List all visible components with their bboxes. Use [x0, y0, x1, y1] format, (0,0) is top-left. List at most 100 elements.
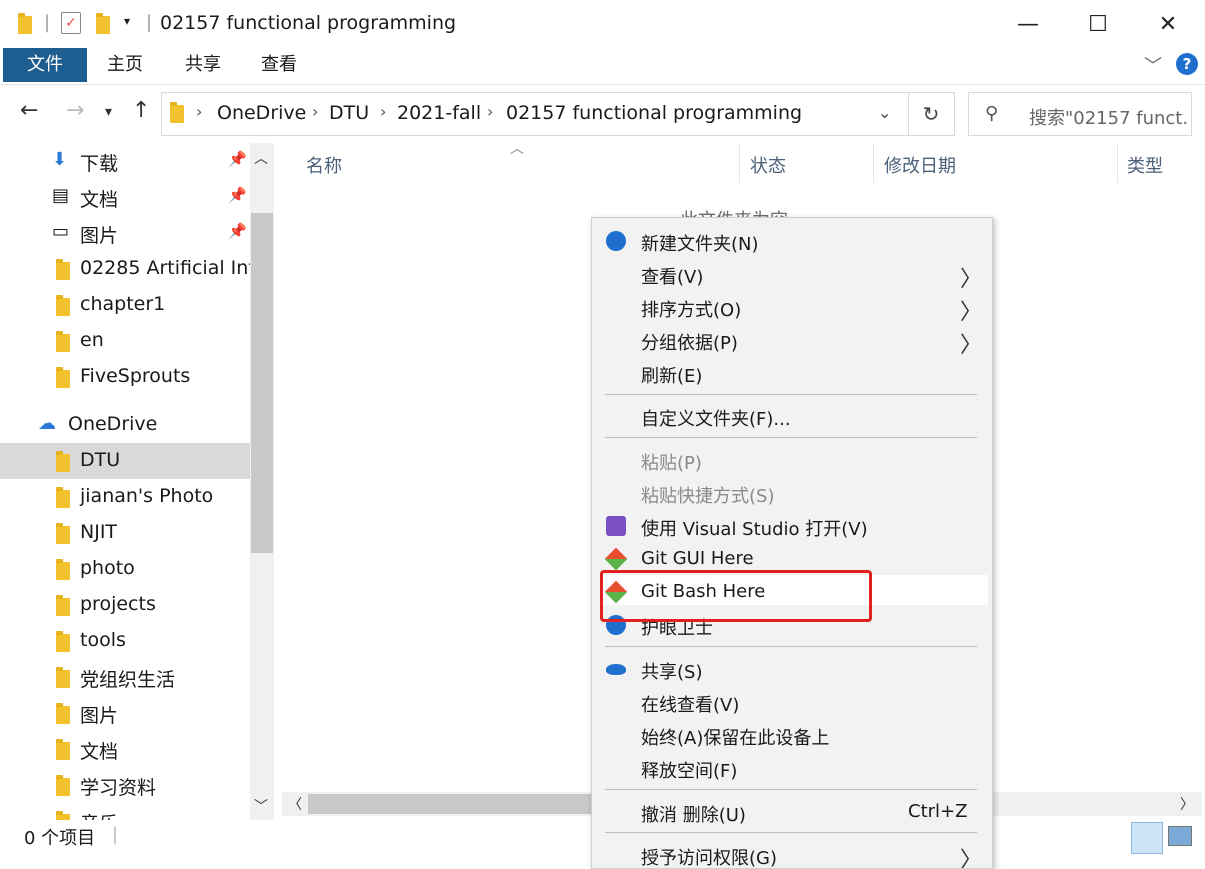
menu-item[interactable]: 始终(A)保留在此设备上	[592, 719, 990, 752]
sidebar-item[interactable]: 音乐	[0, 803, 250, 820]
divider: |	[146, 12, 153, 33]
menu-item[interactable]: 在线查看(V)	[592, 686, 990, 719]
menu-item-label: 在线查看(V)	[641, 695, 740, 716]
navigation-pane: ⬇ 下载 📌 ▤ 文档 📌 ▭ 图片 📌 02285 Artificial Inte chapter…	[0, 143, 250, 820]
search-box[interactable]: ⚲ 搜索"02157 funct...	[968, 92, 1192, 136]
scroll-down-icon[interactable]: ﹀	[254, 796, 268, 816]
refresh-button[interactable]: ↻	[908, 92, 955, 136]
horizontal-scroll-thumb[interactable]	[308, 794, 598, 814]
sidebar-item[interactable]: 学习资料	[0, 767, 250, 803]
recent-locations-icon[interactable]: ▾	[105, 104, 112, 120]
sidebar-item[interactable]: ☁ OneDrive	[0, 407, 250, 443]
folder-icon	[56, 523, 70, 544]
breadcrumb-separator: ›	[487, 102, 494, 121]
sidebar-item-label: chapter1	[80, 293, 166, 315]
menu-item[interactable]: 授予访问权限(G) 〉	[592, 839, 990, 868]
expand-ribbon-icon[interactable]: ﹀	[1144, 52, 1162, 78]
menu-item[interactable]: 刷新(E)	[592, 357, 990, 390]
download-icon: ⬇	[52, 149, 68, 170]
sidebar-item-label: 文档	[80, 741, 119, 763]
menu-item-label: Git GUI Here	[641, 548, 754, 569]
sidebar-item[interactable]: 党组织生活	[0, 659, 250, 695]
scroll-left-icon[interactable]: 〈	[288, 794, 302, 814]
menu-item[interactable]: 分组依据(P) 〉	[592, 324, 990, 358]
menu-item[interactable]: 撤消 删除(U) Ctrl+Z	[592, 796, 990, 829]
menu-item-label: 撤消 删除(U)	[641, 805, 746, 826]
breadcrumb-current-folder[interactable]: 02157 functional programming	[506, 102, 802, 124]
breadcrumb-2021-fall[interactable]: 2021-fall	[397, 102, 481, 124]
sidebar-item-label: 图片	[80, 705, 119, 727]
sidebar-item[interactable]: ▭ 图片 📌	[0, 215, 250, 251]
folder-icon	[56, 595, 70, 616]
sidebar-item[interactable]: 文档	[0, 731, 250, 767]
sidebar-item[interactable]: chapter1	[0, 287, 250, 323]
sidebar-item[interactable]: ⬇ 下载 📌	[0, 143, 250, 179]
up-arrow-icon[interactable]: ↑	[132, 98, 150, 123]
scroll-right-icon[interactable]: 〉	[1180, 794, 1194, 814]
close-button[interactable]: ✕	[1133, 0, 1203, 48]
column-header-name[interactable]: 名称	[306, 152, 342, 178]
menu-item[interactable]: 新建文件夹(N)	[592, 225, 990, 258]
chevron-down-icon[interactable]: ▾	[124, 14, 130, 28]
forward-arrow-icon[interactable]: →	[66, 98, 84, 123]
menu-item[interactable]: 排序方式(O) 〉	[592, 291, 990, 325]
sidebar-item[interactable]: projects	[0, 587, 250, 623]
menu-separator	[605, 789, 977, 790]
pin-icon[interactable]: 📌	[228, 222, 247, 240]
column-divider[interactable]	[873, 143, 874, 183]
menu-item[interactable]: 自定义文件夹(F)...	[592, 400, 990, 433]
breadcrumb-dtu[interactable]: DTU	[329, 102, 369, 124]
minimize-button[interactable]: —	[993, 0, 1063, 48]
search-input[interactable]: 搜索"02157 funct...	[1029, 104, 1189, 130]
menu-item-label: 分组依据(P)	[641, 333, 738, 354]
sidebar-scroll-thumb[interactable]	[251, 213, 273, 553]
menu-separator	[605, 394, 977, 395]
sidebar-item[interactable]: jianan's Photo	[0, 479, 250, 515]
tab-view[interactable]: 查看	[258, 48, 300, 82]
title-bar: | ✓ ▾ | 02157 functional programming — ☐…	[0, 0, 1205, 48]
menu-item[interactable]: 使用 Visual Studio 打开(V)	[592, 510, 990, 543]
tab-home[interactable]: 主页	[104, 48, 146, 82]
sidebar-item-label: projects	[80, 593, 156, 615]
back-arrow-icon[interactable]: ←	[20, 98, 38, 123]
details-view-button[interactable]	[1131, 822, 1163, 854]
sidebar-item[interactable]: NJIT	[0, 515, 250, 551]
column-divider[interactable]	[1117, 143, 1118, 183]
maximize-button[interactable]: ☐	[1063, 0, 1133, 48]
sidebar-item[interactable]: 02285 Artificial Inte	[0, 251, 250, 287]
large-icons-view-button[interactable]	[1168, 826, 1192, 846]
sidebar-item[interactable]: photo	[0, 551, 250, 587]
help-icon[interactable]: ?	[1176, 53, 1198, 75]
sidebar-item[interactable]: ▤ 文档 📌	[0, 179, 250, 215]
address-dropdown-icon[interactable]: ⌄	[878, 103, 891, 122]
pin-icon[interactable]: 📌	[228, 186, 247, 204]
column-divider[interactable]	[739, 143, 740, 183]
sidebar-item[interactable]: FiveSprouts	[0, 359, 250, 395]
address-bar[interactable]: › OneDrive › DTU › 2021-fall › 02157 fun…	[161, 92, 909, 136]
sidebar-item[interactable]: 图片	[0, 695, 250, 731]
scroll-up-icon[interactable]: ︿	[254, 148, 268, 168]
sidebar-item[interactable]: DTU	[0, 443, 250, 479]
column-header-type[interactable]: 类型	[1127, 152, 1163, 178]
sidebar-item[interactable]: en	[0, 323, 250, 359]
column-header-status[interactable]: 状态	[750, 152, 786, 178]
sidebar-item-label: en	[80, 329, 104, 351]
folder-icon	[56, 331, 70, 352]
folder-icon	[56, 367, 70, 388]
menu-item[interactable]: 查看(V) 〉	[592, 258, 990, 292]
new-folder-quick-icon[interactable]	[96, 13, 110, 34]
sidebar-item-label: FiveSprouts	[80, 365, 191, 387]
column-header-modified[interactable]: 修改日期	[884, 152, 956, 178]
menu-separator	[605, 437, 977, 438]
breadcrumb-onedrive[interactable]: OneDrive	[217, 102, 306, 124]
sidebar-item[interactable]: tools	[0, 623, 250, 659]
menu-item[interactable]: 粘贴(P)	[592, 444, 990, 477]
pin-icon[interactable]: 📌	[228, 150, 247, 168]
tab-share[interactable]: 共享	[182, 48, 224, 82]
menu-item[interactable]: 释放空间(F)	[592, 752, 990, 785]
menu-item-label: 自定义文件夹(F)...	[641, 409, 791, 430]
properties-icon[interactable]: ✓	[61, 12, 81, 34]
tab-file[interactable]: 文件	[3, 48, 87, 82]
menu-item[interactable]: 粘贴快捷方式(S)	[592, 477, 990, 510]
menu-item[interactable]: 共享(S)	[592, 653, 990, 686]
